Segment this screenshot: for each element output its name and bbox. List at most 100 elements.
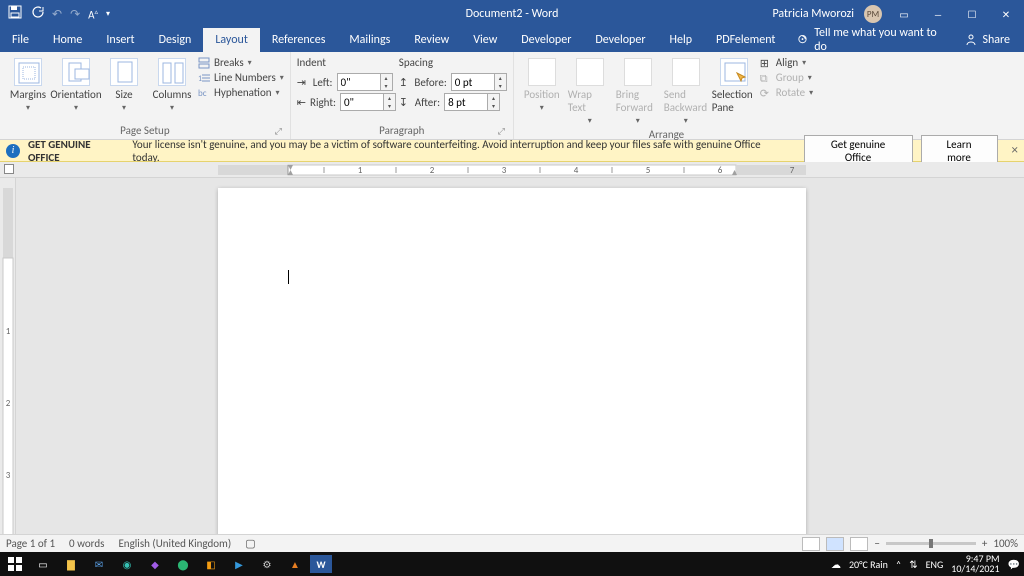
spacing-after-icon: ↧ — [399, 96, 411, 108]
page-setup-launcher-icon[interactable]: ⤢ — [275, 126, 282, 137]
tab-review[interactable]: Review — [402, 28, 461, 52]
indent-right-input[interactable]: ▴▾ — [340, 93, 396, 111]
share-label: Share — [982, 33, 1010, 47]
horizontal-ruler[interactable]: 123 4567 — [0, 162, 1024, 178]
task-view-icon[interactable]: ▭ — [30, 554, 56, 574]
zoom-out-icon[interactable]: − — [874, 537, 879, 550]
app-icon-1[interactable]: ◆ — [142, 554, 168, 574]
start-button[interactable] — [2, 554, 28, 574]
tab-help[interactable]: Help — [658, 28, 705, 52]
ribbon-display-icon[interactable]: ▭ — [892, 4, 916, 24]
align-icon: ⊞ — [760, 57, 772, 69]
qat-more-icon[interactable]: ▾ — [106, 9, 110, 19]
ribbon: Margins▾ Orientation▾ Size▾ Columns▾ Bre… — [0, 52, 1024, 140]
undo-icon[interactable]: ↶ — [52, 7, 62, 22]
breaks-button[interactable]: Breaks ▾ — [198, 56, 284, 69]
close-icon[interactable]: ✕ — [994, 4, 1018, 24]
tab-mailings[interactable]: Mailings — [337, 28, 402, 52]
maximize-icon[interactable]: ☐ — [960, 4, 984, 24]
tray-lang[interactable]: ENG — [926, 558, 944, 571]
weather-text[interactable]: 20°C Rain — [849, 558, 888, 571]
tab-view[interactable]: View — [461, 28, 509, 52]
tab-references[interactable]: References — [260, 28, 338, 52]
wrap-text-button: Wrap Text▾ — [568, 54, 612, 126]
arrange-group-label: Arrange — [649, 128, 684, 141]
tray-date[interactable]: 10/14/2021 — [951, 564, 999, 574]
read-mode-icon[interactable] — [802, 537, 820, 551]
size-icon — [110, 58, 138, 86]
spacing-after-label: After: — [415, 96, 440, 109]
web-layout-icon[interactable] — [850, 537, 868, 551]
svg-text:2: 2 — [430, 165, 435, 176]
tab-developer[interactable]: Developer — [509, 28, 583, 52]
paragraph-launcher-icon[interactable]: ⤢ — [498, 126, 505, 137]
page-setup-group-label: Page Setup — [120, 124, 169, 137]
line-numbers-button[interactable]: 1Line Numbers ▾ — [198, 71, 284, 84]
macro-record-icon[interactable]: ▢ — [245, 537, 255, 550]
network-icon[interactable]: ⇅ — [909, 558, 917, 571]
app-icon-2[interactable]: ⬤ — [170, 554, 196, 574]
columns-button[interactable]: Columns▾ — [150, 54, 194, 113]
touch-mode-icon[interactable]: A▵ — [88, 7, 98, 22]
tab-home[interactable]: Home — [41, 28, 94, 52]
spacing-after-input[interactable]: ▴▾ — [444, 93, 500, 111]
app-icon-5[interactable]: ⚙ — [254, 554, 280, 574]
explorer-icon[interactable]: ▇ — [58, 554, 84, 574]
app-icon-4[interactable]: ▶ — [226, 554, 252, 574]
svg-text:3: 3 — [6, 470, 11, 481]
margins-label: Margins — [10, 88, 46, 101]
zoom-in-icon[interactable]: + — [982, 537, 987, 550]
zoom-level[interactable]: 100% — [993, 537, 1018, 550]
indent-left-input[interactable]: ▴▾ — [337, 73, 393, 91]
vlc-icon[interactable]: ▲ — [282, 554, 308, 574]
indent-left-label: Left: — [313, 76, 333, 89]
tab-design[interactable]: Design — [147, 28, 204, 52]
save-icon[interactable] — [8, 5, 22, 23]
vertical-ruler[interactable]: 123 — [0, 178, 16, 534]
tell-me-search[interactable]: Tell me what you want to do — [787, 28, 950, 52]
tab-insert[interactable]: Insert — [94, 28, 146, 52]
tab-layout[interactable]: Layout — [203, 28, 260, 52]
edge-icon[interactable]: ◉ — [114, 554, 140, 574]
mail-icon[interactable]: ✉ — [86, 554, 112, 574]
group-icon: ⧉ — [760, 72, 772, 84]
window-title: Document2 - Word — [466, 7, 559, 21]
status-words[interactable]: 0 words — [69, 537, 104, 550]
svg-text:1: 1 — [358, 165, 363, 176]
action-center-icon[interactable]: 💬 — [1008, 558, 1020, 571]
refresh-icon[interactable] — [30, 5, 44, 23]
tray-chevron-icon[interactable]: ˄ — [896, 558, 901, 571]
user-name[interactable]: Patricia Mworozi — [772, 7, 854, 21]
share-button[interactable]: Share — [950, 28, 1024, 52]
windows-taskbar: ▭ ▇ ✉ ◉ ◆ ⬤ ◧ ▶ ⚙ ▲ W ☁ 20°C Rain ˄ ⇅ EN… — [0, 552, 1024, 576]
svg-text:5: 5 — [646, 165, 651, 176]
align-button[interactable]: ⊞Align ▾ — [760, 56, 813, 69]
tell-me-label: Tell me what you want to do — [814, 26, 940, 54]
redo-icon[interactable]: ↷ — [70, 7, 80, 22]
status-language[interactable]: English (United Kingdom) — [118, 537, 231, 550]
weather-icon[interactable]: ☁ — [831, 558, 841, 571]
minimize-icon[interactable]: ― — [926, 4, 950, 24]
page[interactable] — [218, 188, 806, 534]
app-icon-3[interactable]: ◧ — [198, 554, 224, 574]
margins-button[interactable]: Margins▾ — [6, 54, 50, 113]
tab-file[interactable]: File — [0, 28, 41, 52]
user-avatar[interactable]: PM — [864, 5, 882, 23]
tab-pdfelement[interactable]: PDFelement — [704, 28, 787, 52]
hyphenation-button[interactable]: bcHyphenation ▾ — [198, 86, 284, 99]
selection-pane-button[interactable]: Selection Pane — [712, 54, 756, 114]
print-layout-icon[interactable] — [826, 537, 844, 551]
spacing-before-input[interactable]: ▴▾ — [451, 73, 507, 91]
msg-close-icon[interactable]: × — [1012, 143, 1018, 158]
title-bar: ↶ ↷ A▵ ▾ Document2 - Word Patricia Mworo… — [0, 0, 1024, 28]
word-icon[interactable]: W — [310, 555, 332, 573]
size-button[interactable]: Size▾ — [102, 54, 146, 113]
send-backward-icon — [672, 58, 700, 86]
orientation-icon — [62, 58, 90, 86]
tab-developer-2[interactable]: Developer — [583, 28, 657, 52]
status-page[interactable]: Page 1 of 1 — [6, 537, 55, 550]
rotate-icon: ⟳ — [760, 87, 772, 99]
zoom-slider[interactable] — [886, 542, 976, 545]
orientation-button[interactable]: Orientation▾ — [54, 54, 98, 113]
rotate-button: ⟳Rotate ▾ — [760, 86, 813, 99]
